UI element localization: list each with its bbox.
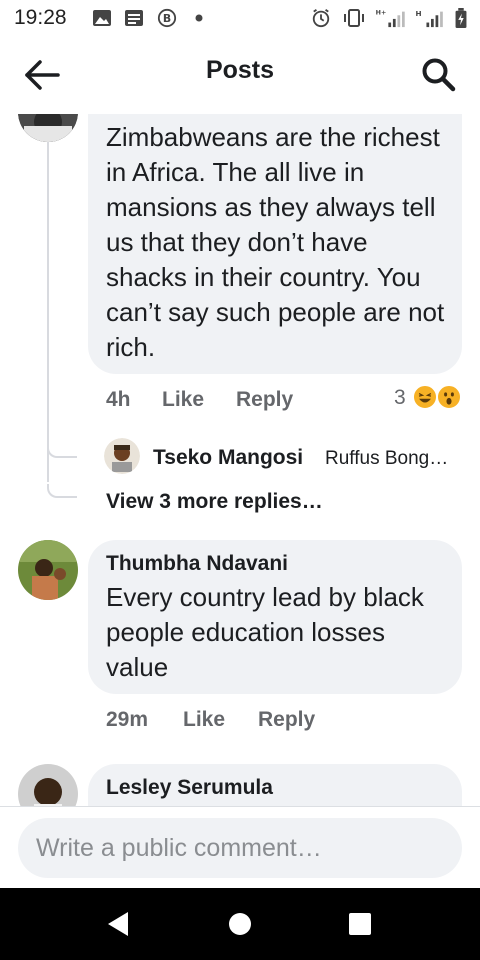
reply-button[interactable]: Reply — [236, 388, 293, 412]
reply-snippet[interactable]: Ruffus Bong… — [325, 448, 448, 470]
svg-text:B: B — [163, 12, 171, 25]
wow-emoji[interactable] — [436, 384, 462, 410]
avatar[interactable] — [18, 764, 78, 806]
avatar[interactable] — [18, 114, 78, 142]
status-time: 19:28 — [14, 6, 67, 29]
app-header: Posts — [0, 36, 480, 114]
comment-text: Zimbabweans are the richest in Africa. T… — [106, 122, 445, 362]
comment-author[interactable]: Thumbha Ndavani — [106, 552, 288, 576]
vibrate-icon — [344, 9, 364, 27]
svg-text:H+: H+ — [376, 9, 387, 16]
b-circle-icon: B — [157, 8, 177, 28]
comment-text: Every country lead by black people educa… — [106, 582, 424, 682]
avatar-photo — [18, 540, 78, 600]
status-bar: 19:28 B H+ H — [0, 0, 480, 36]
comment-author[interactable]: Lesley Serumula — [106, 776, 273, 800]
thread-line — [47, 142, 49, 482]
recents-square-icon[interactable] — [342, 906, 378, 942]
reply-avatar[interactable] — [104, 438, 140, 474]
like-button[interactable]: Like — [183, 708, 225, 732]
comment-time: 29m — [106, 708, 149, 731]
system-nav-bar — [0, 888, 480, 960]
message-icon — [125, 10, 143, 26]
signal-h-plus-icon: H+ — [376, 9, 405, 28]
comment-time: 4h — [106, 388, 131, 411]
view-more-replies-button[interactable]: View 3 more replies… — [106, 490, 323, 514]
thread-connector — [47, 444, 77, 458]
avatar-photo — [104, 438, 140, 474]
like-button[interactable]: Like — [162, 388, 204, 412]
reply-button[interactable]: Reply — [258, 708, 315, 732]
dot-icon — [195, 14, 203, 22]
gallery-icon — [93, 10, 111, 26]
comments-feed[interactable]: Zimbabweans are the richest in Africa. T… — [0, 114, 480, 806]
comment-input[interactable] — [18, 818, 462, 878]
page-title: Posts — [205, 56, 275, 84]
avatar-photo — [18, 764, 78, 806]
signal-h-icon: H — [416, 9, 443, 28]
avatar[interactable] — [18, 540, 78, 600]
battery-icon — [455, 8, 467, 28]
comment-bubble[interactable]: Thumbha Ndavani Every country lead by bl… — [88, 540, 462, 694]
reply-author[interactable]: Tseko Mangosi — [153, 446, 303, 470]
reaction-count[interactable]: 3 — [394, 386, 406, 410]
home-circle-icon[interactable] — [222, 906, 258, 942]
thread-connector — [47, 484, 77, 498]
comment-composer — [0, 806, 480, 888]
alarm-icon — [312, 9, 330, 28]
avatar-photo — [18, 114, 78, 142]
comment-bubble[interactable]: Lesley Serumula — [88, 764, 462, 806]
laughing-emoji[interactable] — [412, 384, 438, 410]
comment-bubble[interactable]: Zimbabweans are the richest in Africa. T… — [88, 114, 462, 374]
search-icon[interactable] — [420, 56, 458, 94]
back-triangle-icon[interactable] — [100, 906, 136, 942]
svg-text:H: H — [416, 9, 422, 18]
